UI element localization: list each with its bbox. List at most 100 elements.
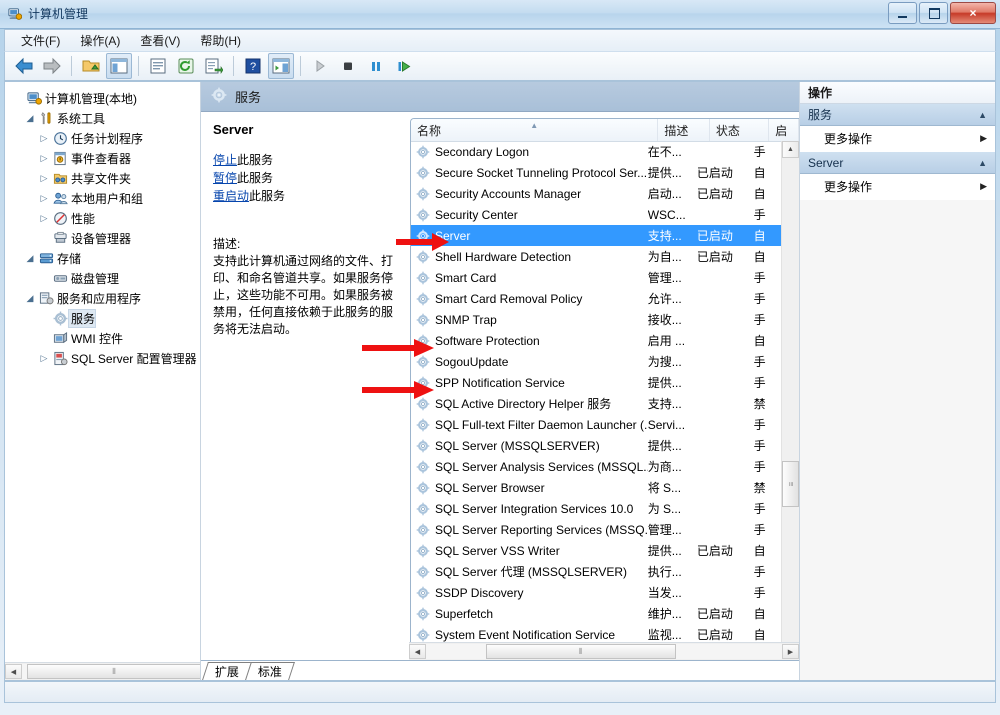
- column-header-name[interactable]: 名称 ▲: [411, 119, 659, 141]
- table-row[interactable]: SSDP Discovery 当发... 手: [411, 582, 782, 603]
- table-row[interactable]: Smart Card 管理... 手: [411, 267, 782, 288]
- tree-item-sql-server-config-manager[interactable]: ▷ SQL Server 配置管理器: [11, 348, 200, 368]
- maximize-button[interactable]: [919, 2, 948, 24]
- tree-item-device-manager[interactable]: 设备管理器: [11, 228, 200, 248]
- services-list-vertical-scrollbar[interactable]: ▲ ≡ ▼: [781, 141, 799, 660]
- tree-item-disk-management[interactable]: 磁盘管理: [11, 268, 200, 288]
- tree-item-shared-folders[interactable]: ▷ 共享文件夹: [11, 168, 200, 188]
- table-row[interactable]: SQL Server Integration Services 10.0 为 S.…: [411, 498, 782, 519]
- table-row[interactable]: Secondary Logon 在不... 手: [411, 141, 782, 162]
- table-row[interactable]: SQL Server Reporting Services (MSSQ... 管理…: [411, 519, 782, 540]
- table-row[interactable]: Smart Card Removal Policy 允许... 手: [411, 288, 782, 309]
- tree-scroll-track[interactable]: ⦀: [22, 664, 200, 679]
- actions-group-server-label: Server: [808, 155, 844, 170]
- restart-service-link[interactable]: 重启动: [213, 189, 249, 203]
- table-row[interactable]: Superfetch 维护... 已启动 自: [411, 603, 782, 624]
- chevron-right-icon[interactable]: ▷: [37, 173, 51, 184]
- pause-service-button[interactable]: [363, 53, 389, 79]
- chevron-down-icon[interactable]: ◢: [23, 253, 37, 264]
- back-button[interactable]: [11, 53, 37, 79]
- tree-item-label: 服务: [67, 308, 97, 328]
- help-button[interactable]: ?: [240, 53, 266, 79]
- chevron-down-icon[interactable]: ◢: [23, 113, 37, 124]
- table-row[interactable]: Security Center WSC... 手: [411, 204, 782, 225]
- menu-help[interactable]: 帮助(H): [190, 30, 251, 51]
- restart-service-button[interactable]: [391, 53, 417, 79]
- properties-button[interactable]: [145, 53, 171, 79]
- start-service-button[interactable]: [307, 53, 333, 79]
- tab-extended[interactable]: 扩展: [202, 662, 252, 680]
- sidebar-item-services[interactable]: 服务: [11, 308, 200, 328]
- tree-item-computer-management[interactable]: 计算机管理(本地): [11, 88, 200, 108]
- actions-group-services-header[interactable]: 服务 ▲: [800, 104, 995, 126]
- table-row[interactable]: SQL Full-text Filter Daemon Launcher (..…: [411, 414, 782, 435]
- more-actions-services[interactable]: 更多操作 ▶: [800, 126, 995, 152]
- list-scroll-thumb[interactable]: ⦀: [486, 644, 676, 659]
- pause-service-link[interactable]: 暂停: [213, 171, 237, 185]
- show-hide-tree-icon: [110, 58, 128, 74]
- chevron-down-icon[interactable]: ◢: [23, 293, 37, 304]
- column-header-status[interactable]: 状态: [710, 119, 770, 141]
- tree-item-event-viewer[interactable]: ▷ 事件查看器: [11, 148, 200, 168]
- services-list-horizontal-scrollbar[interactable]: ◀ ⦀ ▶: [409, 642, 799, 660]
- show-action-pane-button[interactable]: [268, 53, 294, 79]
- tree-item-performance[interactable]: ▷ 性能: [11, 208, 200, 228]
- forward-button[interactable]: [39, 53, 65, 79]
- chevron-right-icon[interactable]: ▷: [37, 213, 51, 224]
- list-scroll-right-arrow-icon[interactable]: ▶: [782, 644, 799, 659]
- collapse-up-icon[interactable]: ▲: [978, 158, 987, 168]
- cell-service-name: SQL Server Browser: [411, 481, 648, 495]
- table-row[interactable]: Security Accounts Manager 启动... 已启动 自: [411, 183, 782, 204]
- table-row[interactable]: SQL Server (MSSQLSERVER) 提供... 手: [411, 435, 782, 456]
- tree-item-system-tools[interactable]: ◢ 系统工具: [11, 108, 200, 128]
- menu-file[interactable]: 文件(F): [11, 30, 70, 51]
- service-gear-icon: [51, 311, 69, 326]
- show-hide-tree-button[interactable]: [106, 53, 132, 79]
- tree-item-wmi-control[interactable]: WMI 控件: [11, 328, 200, 348]
- tree-horizontal-scrollbar[interactable]: ◀ ⦀ ▶: [5, 662, 200, 680]
- chevron-right-icon[interactable]: ▷: [37, 193, 51, 204]
- table-row[interactable]: Server 支持... 已启动 自: [411, 225, 782, 246]
- collapse-up-icon[interactable]: ▲: [978, 110, 987, 120]
- table-row[interactable]: Shell Hardware Detection 为自... 已启动 自: [411, 246, 782, 267]
- stop-service-link[interactable]: 停止: [213, 153, 237, 167]
- table-row[interactable]: SQL Server VSS Writer 提供... 已启动 自: [411, 540, 782, 561]
- scroll-left-arrow-icon[interactable]: ◀: [5, 664, 22, 679]
- more-actions-server[interactable]: 更多操作 ▶: [800, 174, 995, 200]
- chevron-right-icon[interactable]: ▷: [37, 353, 51, 364]
- actions-group-server-header[interactable]: Server ▲: [800, 152, 995, 174]
- column-header-startup-type[interactable]: 启: [769, 119, 799, 141]
- services-list-scroll-thumb[interactable]: ≡: [782, 461, 799, 507]
- table-row[interactable]: Secure Socket Tunneling Protocol Ser... 提…: [411, 162, 782, 183]
- tree-item-storage[interactable]: ◢ 存储: [11, 248, 200, 268]
- up-folder-button[interactable]: [78, 53, 104, 79]
- table-row[interactable]: SQL Server 代理 (MSSQLSERVER) 执行... 手: [411, 561, 782, 582]
- refresh-button[interactable]: [173, 53, 199, 79]
- minimize-button[interactable]: [888, 2, 917, 24]
- table-row[interactable]: SPP Notification Service 提供... 手: [411, 372, 782, 393]
- menu-action[interactable]: 操作(A): [70, 30, 130, 51]
- export-list-button[interactable]: [201, 53, 227, 79]
- service-name-label: SSDP Discovery: [435, 585, 524, 600]
- menu-view[interactable]: 查看(V): [130, 30, 190, 51]
- tree-item-local-users-groups[interactable]: ▷ 本地用户和组: [11, 188, 200, 208]
- table-row[interactable]: SQL Server Analysis Services (MSSQL... 为商…: [411, 456, 782, 477]
- tree-scroll-thumb[interactable]: ⦀: [27, 664, 200, 679]
- table-row[interactable]: SNMP Trap 接收... 手: [411, 309, 782, 330]
- scroll-up-arrow-icon[interactable]: ▲: [782, 141, 799, 158]
- chevron-right-icon[interactable]: ▷: [37, 153, 51, 164]
- table-row[interactable]: SogouUpdate 为搜... 手: [411, 351, 782, 372]
- column-header-description[interactable]: 描述: [658, 119, 710, 141]
- tab-standard[interactable]: 标准: [245, 662, 295, 680]
- table-row[interactable]: SQL Server Browser 将 S... 禁: [411, 477, 782, 498]
- list-scroll-track[interactable]: ⦀: [426, 644, 782, 659]
- table-row[interactable]: SQL Active Directory Helper 服务 支持... 禁: [411, 393, 782, 414]
- tree-item-task-scheduler[interactable]: ▷ 任务计划程序: [11, 128, 200, 148]
- close-button[interactable]: ×: [950, 2, 996, 24]
- chevron-right-icon[interactable]: ▷: [37, 133, 51, 144]
- tree-item-services-applications[interactable]: ◢ 服务和应用程序: [11, 288, 200, 308]
- stop-service-button[interactable]: [335, 53, 361, 79]
- service-name-label: SQL Active Directory Helper 服务: [435, 397, 612, 411]
- list-scroll-left-arrow-icon[interactable]: ◀: [409, 644, 426, 659]
- table-row[interactable]: Software Protection 启用 ... 自: [411, 330, 782, 351]
